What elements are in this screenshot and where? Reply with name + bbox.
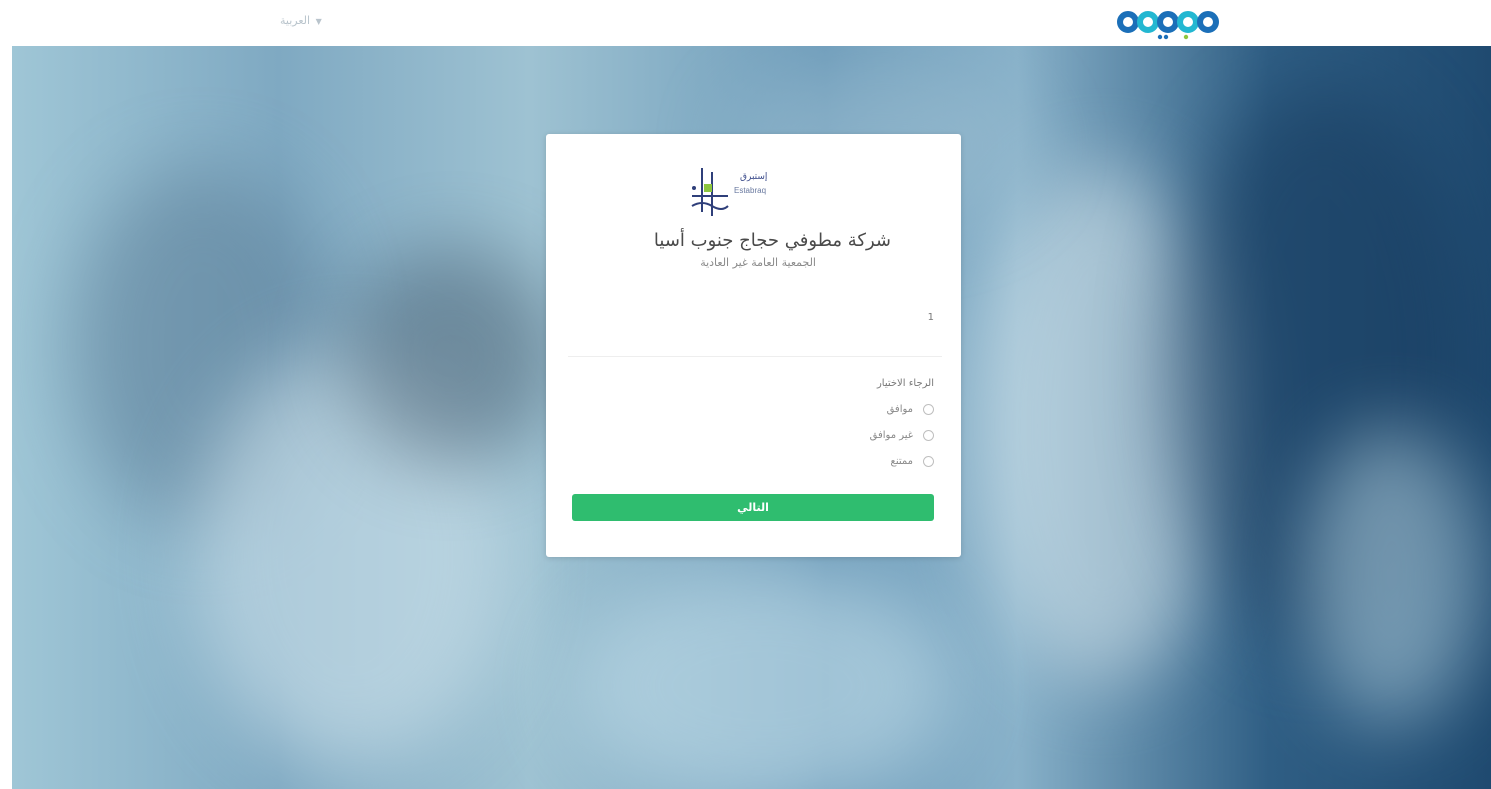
top-bar: ▼ العربية: [0, 0, 1491, 46]
radio-icon[interactable]: [923, 430, 934, 441]
voting-card: إستبرق Estabraq شركة مطوفي حجاج جنوب أسي…: [546, 134, 961, 557]
option-label: غير موافق: [869, 430, 913, 441]
organization-logo-latin: Estabraq: [734, 186, 767, 195]
radio-icon[interactable]: [923, 404, 934, 415]
field-number: 1: [927, 312, 934, 323]
option-abstain[interactable]: ممتنع: [890, 456, 934, 467]
organization-emblem-icon: [691, 168, 729, 216]
option-disapprove[interactable]: غير موافق: [870, 430, 934, 441]
language-menu[interactable]: ▼ العربية: [280, 14, 322, 27]
option-approve[interactable]: موافق: [887, 404, 934, 415]
next-button[interactable]: التالي: [572, 494, 934, 521]
code-field[interactable]: [568, 324, 942, 357]
background-blur-shape: [572, 566, 952, 789]
organization-title: شركة مطوفي حجاج جنوب أسيا: [653, 230, 891, 251]
organization-logo: إستبرق Estabraq: [688, 166, 820, 218]
option-label: ممتنع: [890, 456, 914, 467]
background-blur-shape: [342, 246, 562, 466]
language-menu-label: العربية: [280, 14, 311, 27]
background-blur-shape: [1302, 426, 1482, 726]
radio-icon[interactable]: [923, 456, 934, 467]
organization-logo-arabic: إستبرق: [740, 172, 768, 182]
caret-down-icon: ▼: [315, 17, 322, 26]
organization-subtitle: الجمعية العامة غير العادية: [700, 256, 816, 269]
choose-label: الرجاء الاختيار: [876, 378, 934, 389]
option-label: موافق: [886, 404, 913, 415]
brand-logo[interactable]: [1116, 6, 1228, 42]
